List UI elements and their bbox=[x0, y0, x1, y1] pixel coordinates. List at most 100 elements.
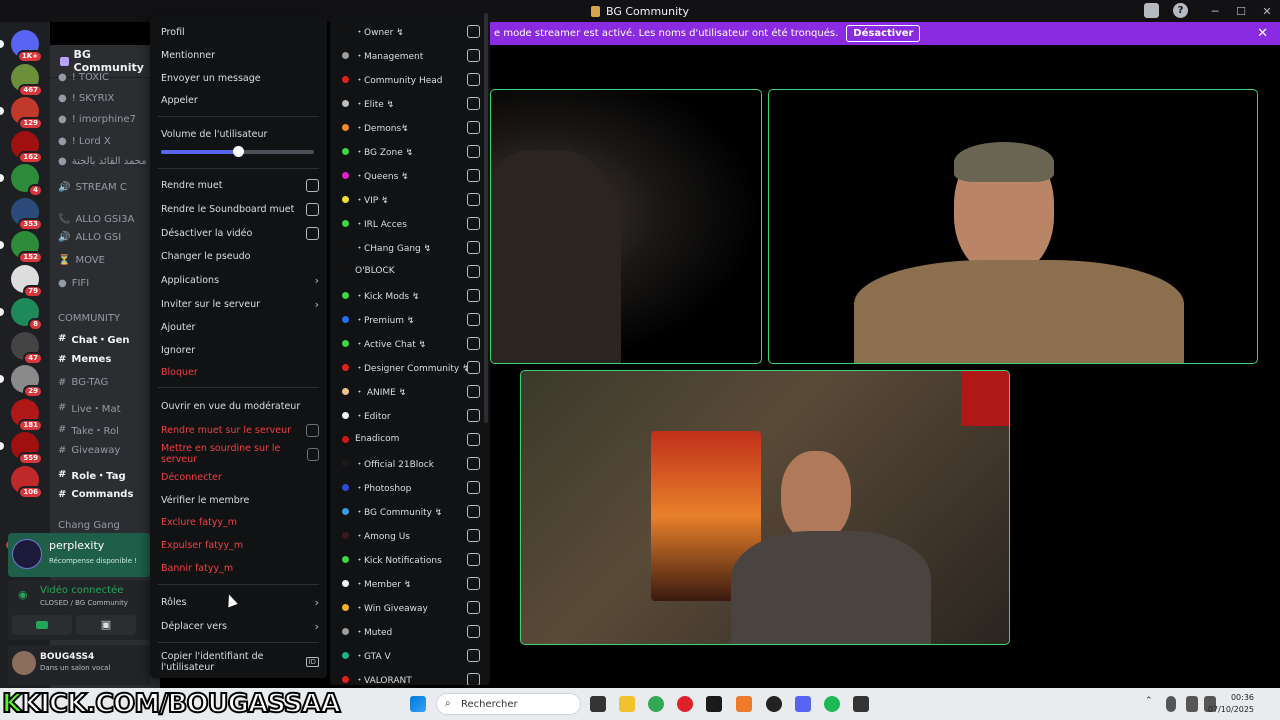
opera-icon[interactable] bbox=[677, 696, 693, 712]
perk-card[interactable]: perplexity Récompense disponible ! bbox=[8, 533, 150, 577]
video-tile-2[interactable] bbox=[768, 89, 1258, 364]
voice-channel[interactable]: 🔊 ALLO GSI bbox=[58, 232, 121, 243]
disable-streamer-button[interactable]: Désactiver bbox=[846, 25, 921, 42]
role-checkbox[interactable] bbox=[467, 240, 480, 254]
server-icon[interactable]: 79 bbox=[11, 264, 43, 298]
role-item[interactable]: ・ ANIME ↯ bbox=[342, 383, 480, 399]
role-item[interactable]: ・Management bbox=[342, 47, 480, 63]
role-checkbox[interactable] bbox=[467, 24, 480, 38]
server-icon[interactable]: 29 bbox=[11, 365, 43, 398]
voice-user[interactable]: ● ! Lord X bbox=[58, 136, 111, 147]
role-item[interactable]: ・VALORANT bbox=[342, 671, 480, 685]
task-view-icon[interactable] bbox=[590, 696, 606, 712]
server-icon[interactable]: 162 bbox=[11, 130, 43, 164]
menu-message[interactable]: Envoyer un message bbox=[161, 70, 319, 86]
role-checkbox[interactable] bbox=[467, 168, 480, 182]
terminal-icon[interactable] bbox=[706, 696, 722, 712]
role-checkbox[interactable] bbox=[467, 624, 480, 638]
role-checkbox[interactable] bbox=[467, 600, 480, 614]
voice-channel[interactable]: CLOSED / BG Community bbox=[40, 599, 128, 607]
minimize-button[interactable]: ─ bbox=[1202, 5, 1228, 18]
server-icon[interactable]: 47 bbox=[11, 331, 43, 365]
role-item[interactable]: ・Community Head bbox=[342, 71, 480, 87]
voice-channel[interactable]: ⏳ MOVE bbox=[58, 255, 105, 266]
voice-user[interactable]: ● ! TOXIC bbox=[58, 72, 109, 83]
text-channel[interactable]: # Live・Mat bbox=[58, 400, 121, 415]
text-channel[interactable]: # Take・Rol bbox=[58, 422, 119, 437]
menu-disable-video[interactable]: Désactiver la vidéo bbox=[161, 225, 319, 241]
role-checkbox[interactable] bbox=[467, 72, 480, 86]
role-checkbox[interactable] bbox=[467, 288, 480, 302]
menu-copy-id[interactable]: Copier l'identifiant de l'utilisateur ID bbox=[161, 651, 319, 673]
server-icon[interactable]: 467 bbox=[11, 63, 43, 97]
category-header[interactable]: COMMUNITY bbox=[58, 313, 120, 324]
role-checkbox[interactable] bbox=[467, 552, 480, 566]
disable-video-checkbox[interactable] bbox=[306, 226, 319, 240]
role-item[interactable]: ・Win Giveaway bbox=[342, 599, 480, 615]
microphone-icon[interactable] bbox=[1166, 696, 1176, 712]
menu-kick[interactable]: Expulser fatyy_m bbox=[161, 537, 319, 553]
mute-checkbox[interactable] bbox=[306, 178, 319, 192]
volume-slider[interactable] bbox=[161, 146, 314, 157]
role-item[interactable]: ・Queens ↯ bbox=[342, 167, 480, 183]
menu-move-to[interactable]: Déplacer vers › bbox=[161, 618, 319, 634]
spotify-icon[interactable] bbox=[824, 696, 840, 712]
obs-icon[interactable] bbox=[766, 696, 782, 712]
menu-profile[interactable]: Profil bbox=[161, 24, 319, 40]
server-icon[interactable]: 181 bbox=[11, 398, 43, 432]
mute-soundboard-checkbox[interactable] bbox=[306, 202, 319, 216]
role-checkbox[interactable] bbox=[467, 456, 480, 470]
role-item[interactable]: ・IRL Acces bbox=[342, 215, 480, 231]
role-item[interactable]: ・Designer Community ↯ bbox=[342, 359, 480, 375]
clock[interactable]: 00:36 07/10/2025 bbox=[1208, 692, 1254, 716]
menu-roles[interactable]: Rôles › bbox=[161, 594, 319, 610]
help-icon[interactable]: ? bbox=[1173, 3, 1188, 18]
role-item[interactable]: ・Demons↯ bbox=[342, 119, 480, 135]
role-item[interactable]: ・Editor bbox=[342, 407, 480, 423]
role-item[interactable]: ・Muted bbox=[342, 623, 480, 639]
file-explorer-icon[interactable] bbox=[619, 696, 635, 712]
server-mute-checkbox[interactable] bbox=[306, 423, 319, 437]
role-checkbox[interactable] bbox=[467, 408, 480, 422]
role-checkbox[interactable] bbox=[467, 192, 480, 206]
category-header[interactable]: Chang Gang bbox=[58, 520, 120, 531]
role-item[interactable]: ・CHang Gang ↯ bbox=[342, 239, 480, 255]
text-channel[interactable]: # Giveaway bbox=[58, 445, 120, 456]
server-icon[interactable]: 129 bbox=[11, 97, 43, 130]
role-checkbox[interactable] bbox=[467, 504, 480, 518]
role-item[interactable]: ・BG Community ↯ bbox=[342, 503, 480, 519]
voice-channel[interactable]: ● FIFI bbox=[58, 278, 89, 289]
taskbar-search[interactable]: ⌕ Rechercher bbox=[436, 693, 581, 715]
role-checkbox[interactable] bbox=[467, 480, 480, 494]
video-tile-3[interactable] bbox=[520, 370, 1010, 645]
text-channel[interactable]: # Memes bbox=[58, 354, 111, 365]
menu-call[interactable]: Appeler bbox=[161, 92, 319, 108]
voice-user[interactable]: ● ! imorphine7 bbox=[58, 114, 136, 125]
voice-channel[interactable]: 🔊 STREAM C bbox=[58, 182, 127, 193]
close-window-button[interactable]: ✕ bbox=[1254, 5, 1280, 18]
windows-start-icon[interactable] bbox=[410, 696, 426, 712]
role-checkbox[interactable] bbox=[467, 216, 480, 230]
role-item[interactable]: ・GTA V bbox=[342, 647, 480, 663]
menu-verify[interactable]: Vérifier le membre bbox=[161, 492, 319, 508]
role-checkbox[interactable] bbox=[467, 120, 480, 134]
menu-mention[interactable]: Mentionner bbox=[161, 47, 319, 63]
text-channel[interactable]: # Role・Tag bbox=[58, 467, 126, 482]
role-checkbox[interactable] bbox=[467, 264, 480, 278]
menu-server-deafen[interactable]: Mettre en sourdine sur le serveur bbox=[161, 443, 319, 465]
role-item[interactable]: ・Active Chat ↯ bbox=[342, 335, 480, 351]
menu-block[interactable]: Bloquer bbox=[161, 364, 319, 380]
text-channel[interactable]: # Commands bbox=[58, 489, 133, 500]
menu-change-nickname[interactable]: Changer le pseudo bbox=[161, 248, 319, 264]
server-icon[interactable]: 1K+ bbox=[11, 30, 43, 63]
server-icon[interactable]: 4 bbox=[11, 164, 43, 197]
menu-disconnect[interactable]: Déconnecter bbox=[161, 469, 319, 485]
role-checkbox[interactable] bbox=[467, 48, 480, 62]
role-item[interactable]: ・VIP ↯ bbox=[342, 191, 480, 207]
app-icon[interactable] bbox=[853, 696, 869, 712]
role-item[interactable]: ・Photoshop bbox=[342, 479, 480, 495]
role-item[interactable]: ・Owner ↯ bbox=[342, 23, 480, 39]
menu-add[interactable]: Ajouter bbox=[161, 319, 319, 335]
role-item[interactable]: ・Kick Mods ↯ bbox=[342, 287, 480, 303]
text-channel[interactable]: # BG-TAG bbox=[58, 377, 108, 388]
